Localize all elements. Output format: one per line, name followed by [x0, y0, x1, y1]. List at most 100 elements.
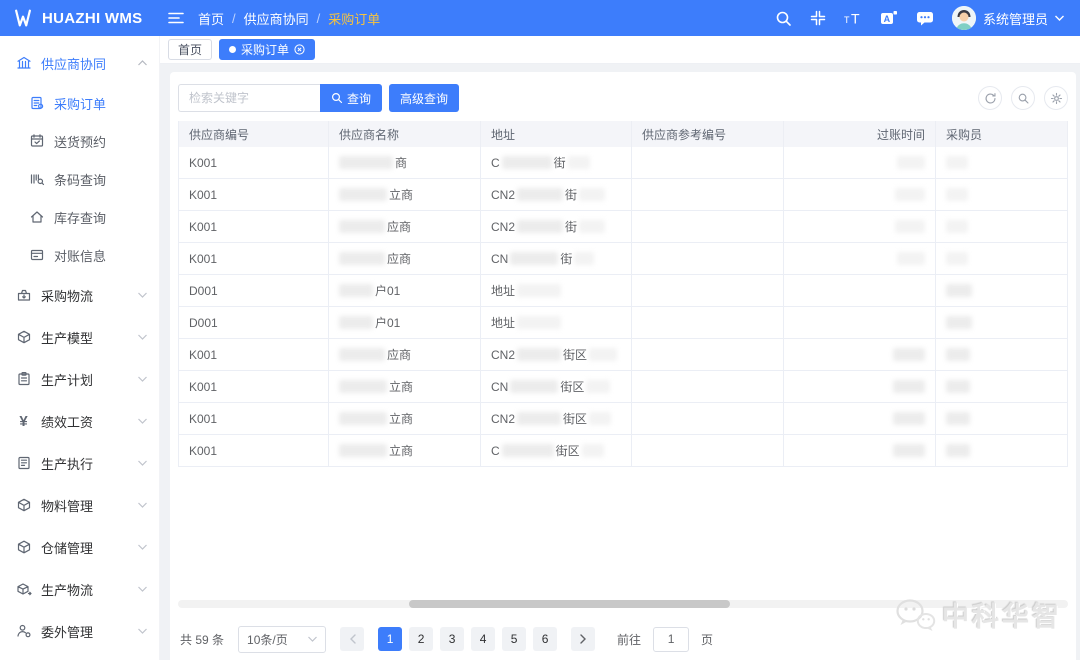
- sidebar-item-purchase-orders[interactable]: 采购订单: [0, 84, 159, 122]
- sidebar-group-production-execution[interactable]: 生产执行: [0, 442, 159, 484]
- clipboard-icon: [15, 371, 32, 388]
- sidebar-group-purchase-logistics[interactable]: 采购物流: [0, 274, 159, 316]
- cell-post-time: [784, 243, 936, 274]
- page-button-2[interactable]: 2: [409, 627, 433, 651]
- cell-buyer: [936, 403, 1068, 434]
- prev-page-button[interactable]: [340, 627, 364, 651]
- cell-supplier-ref: [632, 179, 784, 210]
- sidebar-collapse-icon[interactable]: [168, 11, 184, 25]
- tab-label: 首页: [178, 41, 202, 58]
- cell-buyer: [936, 307, 1068, 338]
- message-icon[interactable]: [916, 10, 934, 26]
- cell-address: C街: [481, 147, 632, 178]
- refresh-button[interactable]: [978, 86, 1002, 110]
- package-icon: [15, 539, 32, 556]
- breadcrumb-home[interactable]: 首页: [198, 9, 224, 28]
- pagination-bar: 共 59 条 10条/页 1 2 3 4: [178, 618, 1068, 660]
- table-row[interactable]: D001 户01 地址: [179, 307, 1068, 339]
- table-row[interactable]: K001 立商 CN街区: [179, 371, 1068, 403]
- table-row[interactable]: K001 立商 CN2街: [179, 179, 1068, 211]
- page-button-5[interactable]: 5: [502, 627, 526, 651]
- cell-post-time: [784, 371, 936, 402]
- query-button-label: 查询: [347, 90, 371, 107]
- user-menu[interactable]: 系统管理员: [952, 6, 1064, 30]
- sidebar-group-label: 委外管理: [41, 622, 93, 641]
- chevron-down-icon: [138, 334, 147, 340]
- table-row[interactable]: K001 应商 CN2街: [179, 211, 1068, 243]
- translate-icon[interactable]: A: [880, 10, 898, 26]
- col-supplier-code[interactable]: 供应商编号: [179, 121, 329, 147]
- breadcrumb-supplier-collab[interactable]: 供应商协同: [244, 9, 309, 28]
- col-buyer[interactable]: 采购员: [936, 121, 1068, 147]
- col-address[interactable]: 地址: [481, 121, 632, 147]
- sidebar-group-material-management[interactable]: 物料管理: [0, 484, 159, 526]
- suppliers-table: 供应商编号 供应商名称 地址 供应商参考编号 过账时间 采购员 K001 商 C…: [178, 121, 1068, 467]
- chevron-down-icon: [138, 544, 147, 550]
- breadcrumb-separator: /: [317, 11, 321, 26]
- search-toggle-button[interactable]: [1011, 86, 1035, 110]
- tab-close-icon[interactable]: [294, 44, 305, 55]
- sidebar-group-production-logistics[interactable]: 生产物流: [0, 568, 159, 610]
- advanced-query-button[interactable]: 高级查询: [389, 84, 459, 112]
- table-row[interactable]: D001 户01 地址: [179, 275, 1068, 307]
- sidebar-item-reconciliation[interactable]: 对账信息: [0, 236, 159, 274]
- sidebar-group-label: 仓储管理: [41, 538, 93, 557]
- sidebar-item-barcode-query[interactable]: 条码查询: [0, 160, 159, 198]
- chevron-down-icon: [138, 418, 147, 424]
- cell-supplier-code: D001: [179, 275, 329, 306]
- tab-purchase-orders[interactable]: 采购订单: [219, 39, 315, 60]
- sidebar-group-outsourcing-management[interactable]: 委外管理: [0, 610, 159, 652]
- page-button-6[interactable]: 6: [533, 627, 557, 651]
- cell-supplier-name: 户01: [329, 307, 481, 338]
- goto-label: 前往: [617, 631, 641, 648]
- fullscreen-compress-icon[interactable]: [810, 10, 826, 26]
- page-button-1[interactable]: 1: [378, 627, 402, 651]
- page-buttons: 1 2 3 4 5 6: [378, 627, 557, 651]
- cell-address: C街区: [481, 435, 632, 466]
- user-name: 系统管理员: [983, 9, 1048, 28]
- cell-supplier-name: 立商: [329, 371, 481, 402]
- cell-address: 地址: [481, 307, 632, 338]
- cell-post-time: [784, 211, 936, 242]
- sidebar-group-supplier-collab[interactable]: 供应商协同: [0, 42, 159, 84]
- col-supplier-name[interactable]: 供应商名称: [329, 121, 481, 147]
- page-button-3[interactable]: 3: [440, 627, 464, 651]
- tab-home[interactable]: 首页: [168, 39, 212, 60]
- brand: HUAZHI WMS: [0, 7, 160, 29]
- table-row[interactable]: K001 应商 CN2街区: [179, 339, 1068, 371]
- query-button[interactable]: 查询: [320, 84, 382, 112]
- sidebar-group-production-plan[interactable]: 生产计划: [0, 358, 159, 400]
- avatar: [952, 6, 976, 30]
- sidebar-item-delivery-booking[interactable]: 送货预约: [0, 122, 159, 160]
- table-row[interactable]: K001 立商 CN2街区: [179, 403, 1068, 435]
- breadcrumb-separator: /: [232, 11, 236, 26]
- table-row[interactable]: K001 立商 C街区: [179, 435, 1068, 467]
- scrollbar-thumb[interactable]: [409, 600, 729, 608]
- search-icon[interactable]: [775, 10, 792, 27]
- sidebar-item-inventory-query[interactable]: 库存查询: [0, 198, 159, 236]
- col-supplier-ref[interactable]: 供应商参考编号: [632, 121, 784, 147]
- table-row[interactable]: K001 应商 CN街: [179, 243, 1068, 275]
- cell-post-time: [784, 147, 936, 178]
- goto-page-input[interactable]: [653, 627, 689, 652]
- cell-address: CN2街区: [481, 339, 632, 370]
- cell-supplier-code: K001: [179, 403, 329, 434]
- next-page-button[interactable]: [571, 627, 595, 651]
- page-size-select[interactable]: 10条/页: [238, 626, 326, 653]
- page-button-4[interactable]: 4: [471, 627, 495, 651]
- cell-supplier-code: K001: [179, 147, 329, 178]
- brand-name: HUAZHI WMS: [42, 10, 143, 27]
- sidebar-group-production-model[interactable]: 生产模型: [0, 316, 159, 358]
- cell-address: CN街: [481, 243, 632, 274]
- cell-supplier-ref: [632, 339, 784, 370]
- settings-gear-button[interactable]: [1044, 86, 1068, 110]
- sidebar-group-performance-salary[interactable]: ¥ 绩效工资: [0, 400, 159, 442]
- cell-post-time: [784, 179, 936, 210]
- font-size-icon[interactable]: TT: [844, 10, 862, 26]
- col-post-time[interactable]: 过账时间: [784, 121, 936, 147]
- sidebar-group-warehouse-management[interactable]: 仓储管理: [0, 526, 159, 568]
- cell-supplier-name: 应商: [329, 211, 481, 242]
- query-toolbar: 查询 高级查询: [178, 84, 1068, 112]
- search-input[interactable]: [178, 84, 320, 112]
- table-row[interactable]: K001 商 C街: [179, 147, 1068, 179]
